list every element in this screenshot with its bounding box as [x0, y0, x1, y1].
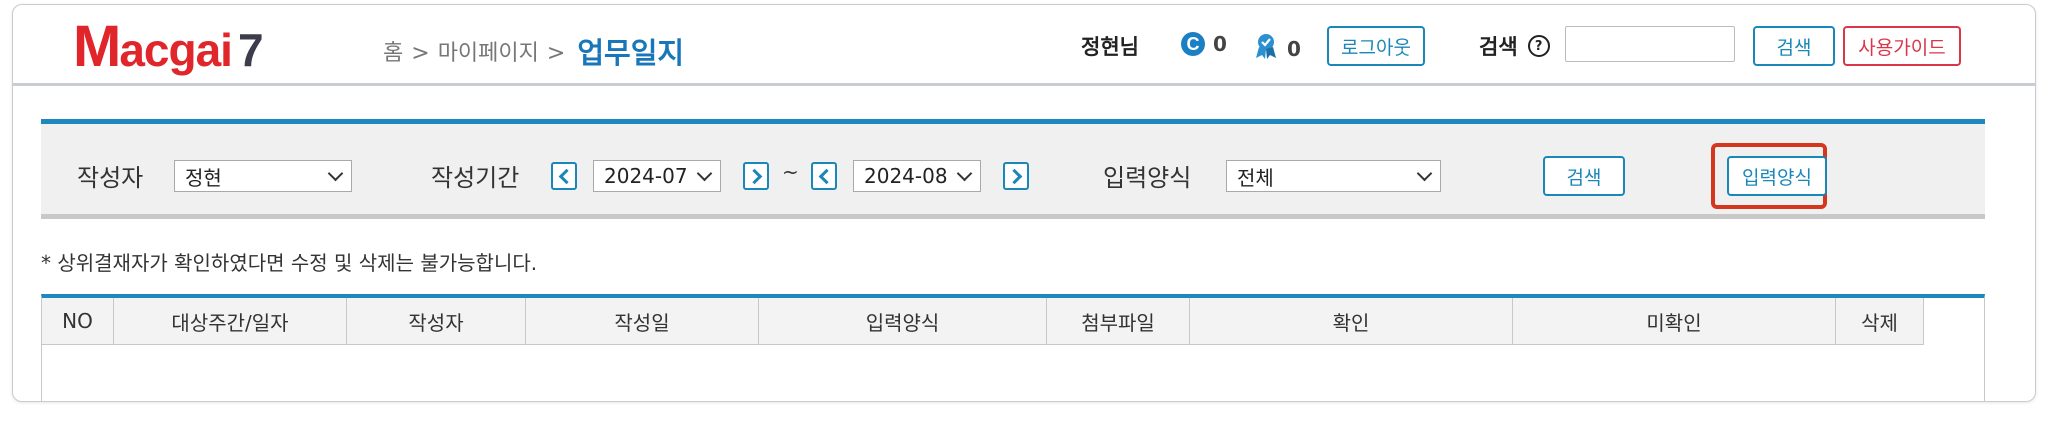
help-icon[interactable]: ? [1527, 35, 1550, 57]
c-coin-count: C 0 [1181, 32, 1227, 56]
search-button[interactable]: 검색 [1753, 26, 1835, 66]
user-name: 정현님 [1081, 35, 1139, 59]
breadcrumb-separator: > [546, 41, 566, 66]
author-label: 작성자 [77, 164, 144, 192]
c-coin-value: 0 [1213, 32, 1227, 56]
chevron-left-icon [818, 168, 834, 184]
page-title: 업무일지 [577, 36, 685, 70]
chevron-right-icon [746, 168, 762, 184]
search-label: 검색 ? [1479, 31, 1550, 61]
table-header: NO 대상주간/일자 작성자 작성일 입력양식 첨부파일 확인 미확인 삭제 [42, 298, 1924, 345]
period-label: 작성기간 [431, 164, 520, 192]
period-from-prev-button[interactable] [551, 162, 577, 190]
filter-panel: 작성자 정현 작성기간 2024-07 ~ 2024-08 입력양식 전체 검색… [41, 119, 1985, 219]
chevron-right-icon [1006, 168, 1022, 184]
period-to-next-button[interactable] [1003, 162, 1029, 190]
period-to-value: 2024-08 [864, 164, 948, 188]
logo[interactable]: Macgai 7 [73, 13, 264, 80]
period-to-select[interactable]: 2024-08 [853, 160, 981, 192]
period-tilde: ~ [782, 160, 799, 184]
user-guide-button[interactable]: 사용가이드 [1843, 26, 1961, 66]
filter-search-button[interactable]: 검색 [1543, 156, 1625, 196]
column-header[interactable]: 작성자 [347, 298, 526, 344]
period-from-next-button[interactable] [743, 162, 769, 190]
notice-text: * 상위결재자가 확인하였다면 수정 및 삭제는 불가능합니다. [41, 251, 538, 275]
breadcrumb-home[interactable]: 홈 [383, 41, 403, 66]
header: Macgai 7 홈 > 마이페이지 > 업무일지 정현님 C 0 0 로그아웃 검색 [13, 5, 2035, 86]
format-select-value: 전체 [1237, 165, 1274, 190]
column-header[interactable]: 입력양식 [759, 298, 1047, 344]
format-select[interactable]: 전체 [1226, 160, 1441, 192]
logo-text: acgai [119, 24, 233, 76]
column-header[interactable]: 삭제 [1836, 298, 1924, 344]
c-coin-icon: C [1181, 32, 1205, 56]
input-format-button[interactable]: 입력양식 [1727, 156, 1827, 196]
search-input[interactable] [1565, 26, 1735, 62]
chevron-down-icon [1416, 165, 1433, 182]
breadcrumb-mypage[interactable]: 마이페이지 [438, 41, 539, 66]
breadcrumb-separator: > [411, 41, 430, 66]
chevron-down-icon [956, 165, 973, 182]
logout-button[interactable]: 로그아웃 [1327, 26, 1425, 66]
ribbon-count: 0 [1253, 32, 1301, 65]
ribbon-icon [1253, 32, 1279, 65]
chevron-down-icon [696, 165, 713, 182]
period-to-prev-button[interactable] [811, 162, 837, 190]
ribbon-value: 0 [1287, 36, 1301, 61]
column-header[interactable]: 작성일 [526, 298, 759, 344]
column-header[interactable]: 미확인 [1513, 298, 1836, 344]
search-label-text: 검색 [1479, 35, 1518, 59]
column-header[interactable]: NO [42, 298, 114, 344]
period-from-select[interactable]: 2024-07 [593, 160, 721, 192]
column-header[interactable]: 첨부파일 [1047, 298, 1190, 344]
chevron-down-icon [327, 165, 344, 182]
logo-m: M [73, 14, 121, 79]
author-select-value: 정현 [185, 165, 222, 190]
page-frame: Macgai 7 홈 > 마이페이지 > 업무일지 정현님 C 0 0 로그아웃 검색 [12, 4, 2036, 402]
format-label: 입력양식 [1103, 164, 1192, 192]
breadcrumb: 홈 > 마이페이지 > 업무일지 [383, 27, 685, 70]
author-select[interactable]: 정현 [174, 160, 352, 192]
logo-number: 7 [237, 24, 264, 76]
chevron-left-icon [558, 168, 574, 184]
period-from-value: 2024-07 [604, 164, 688, 188]
journal-table: NO 대상주간/일자 작성자 작성일 입력양식 첨부파일 확인 미확인 삭제 [41, 294, 1985, 401]
column-header[interactable]: 대상주간/일자 [114, 298, 347, 344]
column-header[interactable]: 확인 [1190, 298, 1513, 344]
